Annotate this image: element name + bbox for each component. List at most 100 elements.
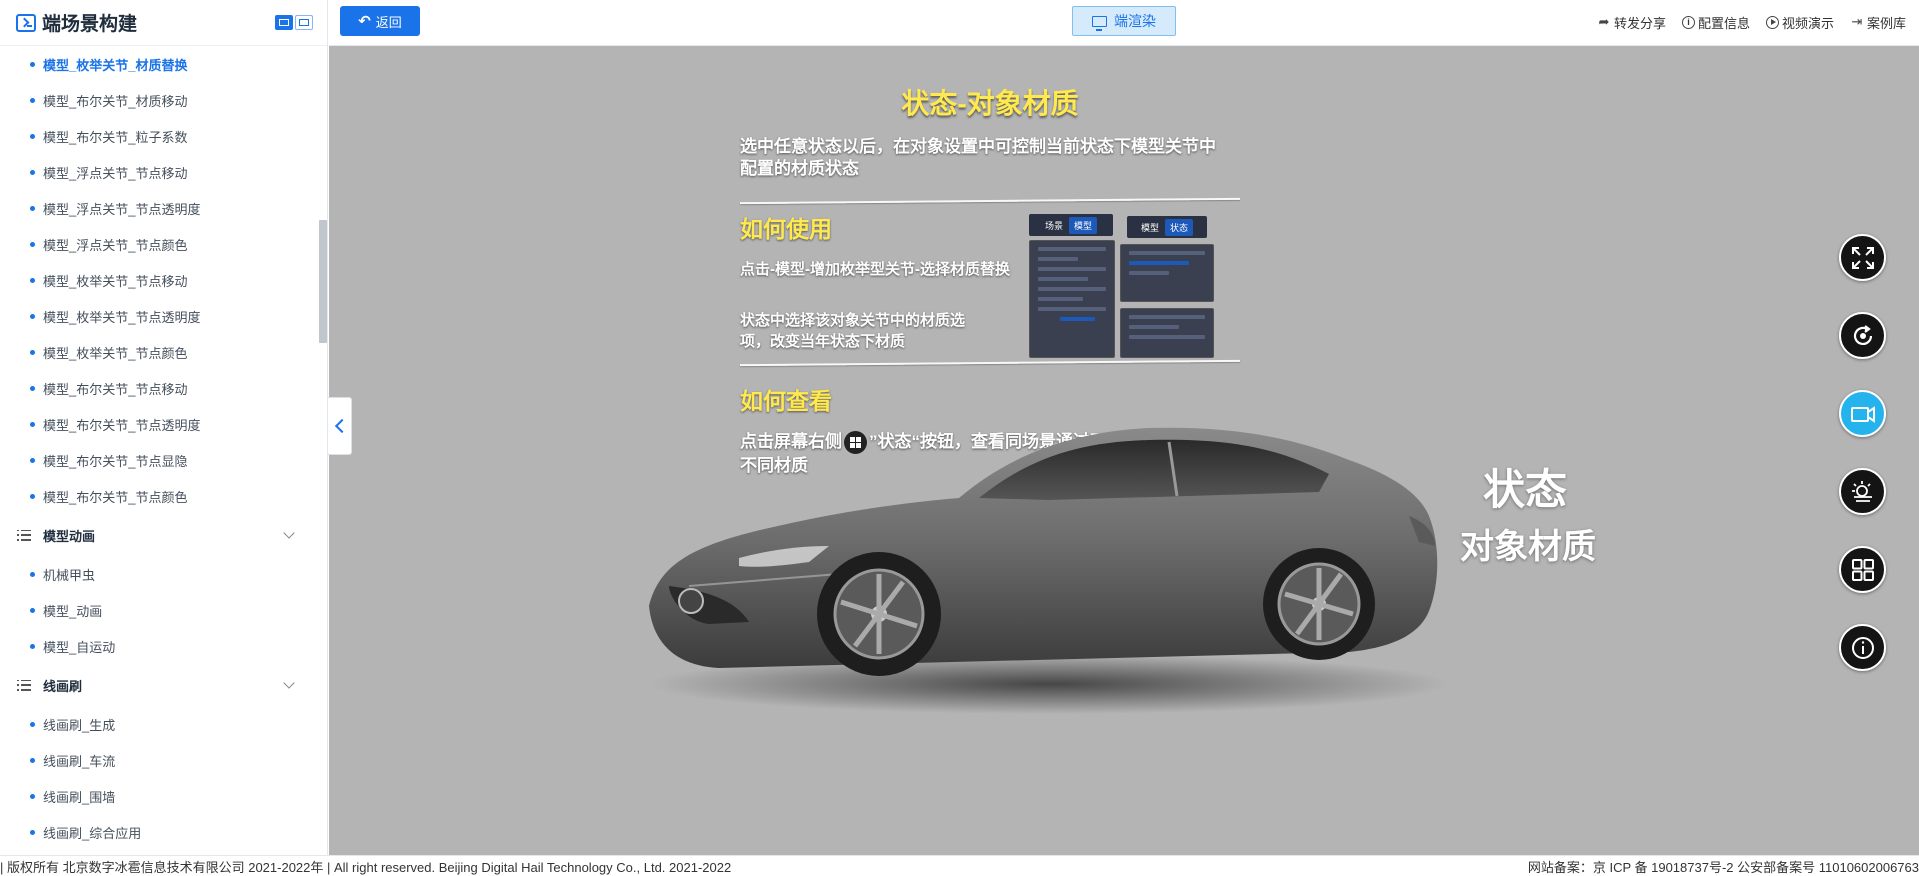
card-view-icon — [299, 19, 309, 26]
list-item[interactable]: 模型_布尔关节_节点颜色 — [0, 478, 319, 514]
sidebar-scrollbar[interactable] — [319, 220, 327, 343]
list-item-label: 线画刷_综合应用 — [43, 825, 142, 841]
icp-record-text: 网站备案：京 ICP 备 19018737号-2 公安部备案号 11010602… — [1527, 859, 1919, 875]
info-circle-icon: i — [1681, 15, 1695, 29]
state-button[interactable] — [1839, 546, 1886, 593]
share-link[interactable]: ➦ 转发分享 — [1597, 13, 1666, 32]
list-item-label: 模型_浮点关节_节点移动 — [43, 165, 188, 181]
bullet-icon — [30, 241, 35, 247]
bullet-icon — [30, 571, 35, 577]
bullet-icon — [30, 829, 35, 835]
group-header-line-brush[interactable]: 线画刷 — [0, 664, 319, 706]
mini-ui-tab-label: 模型 — [1140, 222, 1159, 233]
list-item[interactable]: 模型_浮点关节_节点移动 — [0, 154, 319, 190]
bullet-icon — [30, 643, 35, 649]
list-item[interactable]: 模型_布尔关节_粒子系数 — [0, 118, 319, 154]
bullet-icon — [30, 61, 35, 67]
list-item-label: 模型_布尔关节_节点颜色 — [43, 489, 188, 505]
list-item-label: 模型_枚举关节_节点颜色 — [43, 345, 188, 361]
list-item[interactable]: 模型_枚举关节_材质替换 — [0, 46, 319, 82]
grid-state-icon — [1851, 558, 1874, 581]
list-item-label: 模型_布尔关节_节点透明度 — [43, 417, 201, 433]
bullet-icon — [30, 205, 35, 211]
video-demo-link[interactable]: 视频演示 — [1765, 13, 1834, 32]
config-info-label: 配置信息 — [1697, 15, 1750, 31]
group-label: 线画刷 — [43, 678, 83, 694]
list-item-label: 模型_枚举关节_节点透明度 — [43, 309, 201, 325]
back-arrow-icon: ↶ — [358, 13, 371, 30]
mini-ui-tab-label: 模型 — [1069, 216, 1098, 234]
fullscreen-button[interactable] — [1839, 234, 1886, 281]
top-bar: ↶ 返回 端渲染 ➦ 转发分享 i 配置信息 视频演示 ⇥ 案例库 — [329, 0, 1919, 46]
chevron-down-icon[interactable] — [283, 677, 295, 689]
bullet-icon — [30, 277, 35, 283]
group-label: 模型动画 — [43, 528, 96, 544]
terminal-icon — [16, 13, 36, 32]
camera-button[interactable] — [1839, 390, 1886, 437]
bullet-icon — [30, 421, 35, 427]
list-item-label: 模型_浮点关节_节点透明度 — [43, 201, 201, 217]
list-item[interactable]: 机械甲虫 — [0, 556, 319, 592]
bullet-icon — [30, 457, 35, 463]
divider — [740, 197, 1240, 205]
list-item-label: 模型_布尔关节_粒子系数 — [43, 129, 188, 145]
info-button[interactable] — [1839, 624, 1886, 671]
list-item[interactable]: 线画刷_综合应用 — [0, 814, 319, 850]
fullscreen-icon — [1851, 246, 1874, 269]
mini-ui-tab-label: 状态 — [1165, 218, 1194, 236]
car-label-material: 对象材质 — [1460, 528, 1596, 566]
list-item[interactable]: 模型_浮点关节_节点透明度 — [0, 190, 319, 226]
list-item[interactable]: 模型_布尔关节_节点移动 — [0, 370, 319, 406]
list-item-label: 模型_自运动 — [43, 639, 116, 655]
refresh-button[interactable] — [1839, 312, 1886, 359]
config-info-link[interactable]: i 配置信息 — [1681, 13, 1750, 32]
list-view-button[interactable] — [275, 15, 293, 30]
case-library-link[interactable]: ⇥ 案例库 — [1850, 13, 1906, 32]
list-item-label: 线画刷_生成 — [43, 717, 116, 733]
chevron-down-icon[interactable] — [283, 527, 295, 539]
list-item[interactable]: 线画刷_生成 — [0, 706, 319, 742]
list-item[interactable]: 线画刷_围墙 — [0, 778, 319, 814]
bullet-icon — [30, 349, 35, 355]
render-viewport[interactable]: 状态-对象材质 选中任意状态以后，在对象设置中可控制当前状态下模型关节中配置的材… — [329, 46, 1919, 855]
list-item[interactable]: 模型_布尔关节_材质移动 — [0, 82, 319, 118]
video-demo-label: 视频演示 — [1781, 15, 1834, 31]
list-item[interactable]: 模型_浮点关节_节点颜色 — [0, 226, 319, 262]
render-button[interactable]: 端渲染 — [1072, 6, 1176, 36]
list-item[interactable]: 模型_自运动 — [0, 628, 319, 664]
render-button-label: 端渲染 — [1114, 13, 1156, 29]
car-model[interactable] — [629, 396, 1449, 736]
share-icon: ➦ — [1598, 14, 1610, 29]
info-icon — [1851, 636, 1874, 659]
bullet-icon — [30, 721, 35, 727]
list-icon — [17, 679, 31, 691]
refresh-icon — [1853, 324, 1872, 345]
weather-button[interactable] — [1839, 468, 1886, 515]
mini-ui-panel — [1029, 240, 1115, 358]
list-item[interactable]: 模型_枚举关节_节点透明度 — [0, 298, 319, 334]
mini-ui-tabs: 模型 状态 — [1127, 216, 1207, 238]
sidebar-list: 模型_枚举关节_材质替换 模型_布尔关节_材质移动 模型_布尔关节_粒子系数 模… — [0, 46, 319, 855]
list-view-icon — [279, 19, 289, 26]
list-item[interactable]: 模型_枚举关节_节点颜色 — [0, 334, 319, 370]
slide-description: 选中任意状态以后，在对象设置中可控制当前状态下模型关节中配置的材质状态 — [740, 137, 1216, 178]
top-links: ➦ 转发分享 i 配置信息 视频演示 ⇥ 案例库 — [1597, 0, 1906, 44]
monitor-icon — [1092, 15, 1107, 31]
list-item-label: 模型_枚举关节_材质替换 — [43, 57, 188, 73]
share-label: 转发分享 — [1613, 15, 1666, 31]
back-button[interactable]: ↶ 返回 — [340, 6, 420, 36]
bullet-icon — [30, 169, 35, 175]
list-item[interactable]: 模型_布尔关节_节点透明度 — [0, 406, 319, 442]
view-toggle — [275, 15, 313, 30]
list-item[interactable]: 模型_布尔关节_节点显隐 — [0, 442, 319, 478]
card-view-button[interactable] — [295, 15, 313, 30]
bullet-icon — [30, 757, 35, 763]
mini-ui-panel — [1120, 244, 1214, 302]
list-item[interactable]: 模型_动画 — [0, 592, 319, 628]
sidebar-title: 端场景构建 — [42, 14, 138, 35]
list-item-label: 模型_动画 — [43, 603, 103, 619]
group-header-model-animation[interactable]: 模型动画 — [0, 514, 319, 556]
list-item[interactable]: 线画刷_车流 — [0, 742, 319, 778]
sidebar-collapse-button[interactable] — [328, 397, 352, 455]
list-item[interactable]: 模型_枚举关节_节点移动 — [0, 262, 319, 298]
